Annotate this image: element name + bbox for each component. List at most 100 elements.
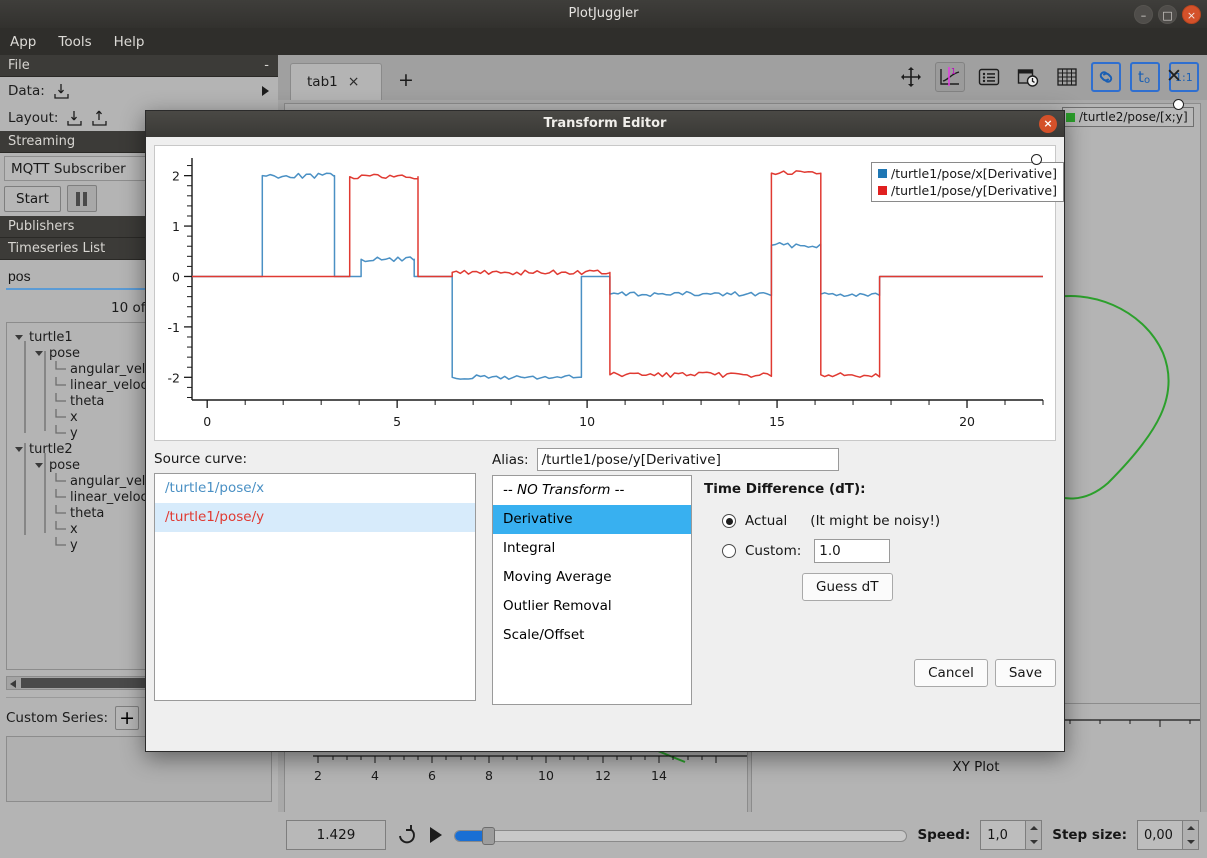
menu-tools[interactable]: Tools <box>58 34 91 50</box>
source-curve-item[interactable]: /turtle1/pose/x <box>155 474 475 503</box>
legend-label-x: /turtle1/pose/x[Derivative] <box>891 166 1057 181</box>
transform-item[interactable]: -- NO Transform -- <box>493 476 691 505</box>
edit-curve-icon[interactable]: 1 <box>935 62 965 92</box>
source-curve-label: Source curve: <box>154 451 476 467</box>
step-arrows[interactable] <box>1183 820 1199 850</box>
slider-knob[interactable] <box>482 827 495 845</box>
start-button[interactable]: Start <box>4 186 61 212</box>
move-icon[interactable] <box>896 62 926 92</box>
dt-custom-input[interactable]: 1.0 <box>814 539 890 563</box>
transform-item[interactable]: Outlier Removal <box>493 592 691 621</box>
timeline-slider[interactable] <box>454 827 907 843</box>
slider-track[interactable] <box>454 830 907 842</box>
svg-text:o: o <box>1144 75 1150 86</box>
menubar: App Tools Help <box>0 28 1207 55</box>
transform-item[interactable]: Integral <box>493 534 691 563</box>
speed-up-icon[interactable] <box>1026 821 1041 835</box>
legend-swatch <box>1066 113 1075 122</box>
tree-item-label: pose <box>49 458 80 473</box>
speed-arrows[interactable] <box>1026 820 1042 850</box>
list-icon[interactable] <box>974 62 1004 92</box>
speed-stepper[interactable]: 1,0 <box>980 820 1042 850</box>
scroll-left-icon[interactable] <box>10 680 16 688</box>
source-curve-list[interactable]: /turtle1/pose/x/turtle1/pose/y <box>154 473 476 701</box>
add-tab-button[interactable]: + <box>398 69 414 91</box>
close-icon[interactable]: × <box>348 74 360 90</box>
scrollbar-thumb[interactable] <box>21 678 151 688</box>
menu-app[interactable]: App <box>10 34 36 50</box>
close-icon[interactable]: × <box>1182 5 1201 24</box>
transform-item[interactable]: Moving Average <box>493 563 691 592</box>
tree-item-label: theta <box>70 394 104 409</box>
speed-value[interactable]: 1,0 <box>980 820 1026 850</box>
chevron-down-icon[interactable] <box>15 335 23 340</box>
dt-actual-row[interactable]: Actual (It might be noisy!) <box>722 513 1044 529</box>
play-icon[interactable] <box>428 825 444 845</box>
step-up-icon[interactable] <box>1183 821 1198 835</box>
svg-text:10: 10 <box>538 768 554 783</box>
menu-help[interactable]: Help <box>114 34 145 50</box>
alias-input[interactable]: /turtle1/pose/y[Derivative] <box>537 448 839 471</box>
chevron-down-icon[interactable] <box>35 463 43 468</box>
preview-plot-legend[interactable]: /turtle1/pose/x[Derivative] /turtle1/pos… <box>871 162 1064 202</box>
tree-item-label: y <box>70 538 78 553</box>
dt-section-title: Time Difference (dT): <box>704 481 1044 497</box>
tree-item-label: x <box>70 410 78 425</box>
arrow-right-icon[interactable] <box>262 86 269 96</box>
tree-item-label: x <box>70 522 78 537</box>
link-icon[interactable] <box>1091 62 1121 92</box>
legend-drag-handle[interactable] <box>1173 99 1184 110</box>
svg-text:0: 0 <box>203 414 211 429</box>
source-curve-item[interactable]: /turtle1/pose/y <box>155 503 475 532</box>
dt-custom-radio[interactable] <box>722 544 736 558</box>
legend-swatch-y <box>878 186 887 195</box>
time-offset-icon[interactable]: to <box>1130 62 1160 92</box>
add-custom-series-button[interactable]: + <box>115 706 139 730</box>
streaming-source-label: MQTT Subscriber <box>11 161 126 177</box>
custom-series-label: Custom Series: <box>6 710 108 726</box>
dialog-title: Transform Editor <box>544 116 667 131</box>
close-icon[interactable]: × <box>1039 115 1057 133</box>
tree-branch-icon <box>55 492 70 502</box>
step-size-stepper[interactable]: 0,00 <box>1137 820 1199 850</box>
dt-custom-row[interactable]: Custom: 1.0 <box>722 539 1044 563</box>
svg-text:-2: -2 <box>168 370 180 385</box>
data-row[interactable]: Data: <box>0 77 278 104</box>
bg-plot-legend[interactable]: /turtle2/pose/[x;y] <box>1062 107 1194 127</box>
import-icon[interactable] <box>66 110 83 126</box>
svg-text:8: 8 <box>485 768 493 783</box>
step-down-icon[interactable] <box>1183 835 1198 849</box>
step-size-value[interactable]: 0,00 <box>1137 820 1183 850</box>
preview-plot[interactable]: -2-101205101520 /turtle1/pose/x[Derivati… <box>154 145 1056 441</box>
file-panel-header[interactable]: File - <box>0 55 278 77</box>
import-icon[interactable] <box>53 83 70 99</box>
tab-label: tab1 <box>307 74 338 90</box>
tab-bar: tab1 × + 1 <box>278 55 1207 100</box>
export-icon[interactable] <box>91 110 108 126</box>
minimize-icon[interactable]: – <box>1134 5 1153 24</box>
tab-tab1[interactable]: tab1 × <box>290 63 382 100</box>
cancel-button[interactable]: Cancel <box>914 659 988 687</box>
chevron-down-icon[interactable] <box>15 447 23 452</box>
tree-item-label: angular_velo <box>70 474 153 489</box>
dt-actual-label: Actual <box>745 513 787 529</box>
alias-label: Alias: <box>492 452 529 468</box>
time-calendar-icon[interactable] <box>1013 62 1043 92</box>
legend-drag-handle[interactable] <box>1031 154 1042 165</box>
save-button[interactable]: Save <box>995 659 1056 687</box>
maximize-icon[interactable]: □ <box>1158 5 1177 24</box>
speed-down-icon[interactable] <box>1026 835 1041 849</box>
dt-actual-radio[interactable] <box>722 514 736 528</box>
pause-icon[interactable] <box>67 185 97 212</box>
file-panel-dash: - <box>264 55 269 77</box>
guess-dt-button[interactable]: Guess dT <box>802 573 893 601</box>
chevron-down-icon[interactable] <box>35 351 43 356</box>
transform-list[interactable]: -- NO Transform --DerivativeIntegralMovi… <box>492 475 692 705</box>
transform-item[interactable]: Derivative <box>493 505 691 534</box>
loop-icon[interactable] <box>396 824 418 846</box>
current-time-value[interactable]: 1.429 <box>286 820 386 850</box>
tree-item-label: linear_veloc <box>70 490 148 505</box>
transform-item[interactable]: Scale/Offset <box>493 621 691 650</box>
grid-icon[interactable] <box>1052 62 1082 92</box>
close-icon[interactable]: ✕ <box>1166 65 1182 87</box>
